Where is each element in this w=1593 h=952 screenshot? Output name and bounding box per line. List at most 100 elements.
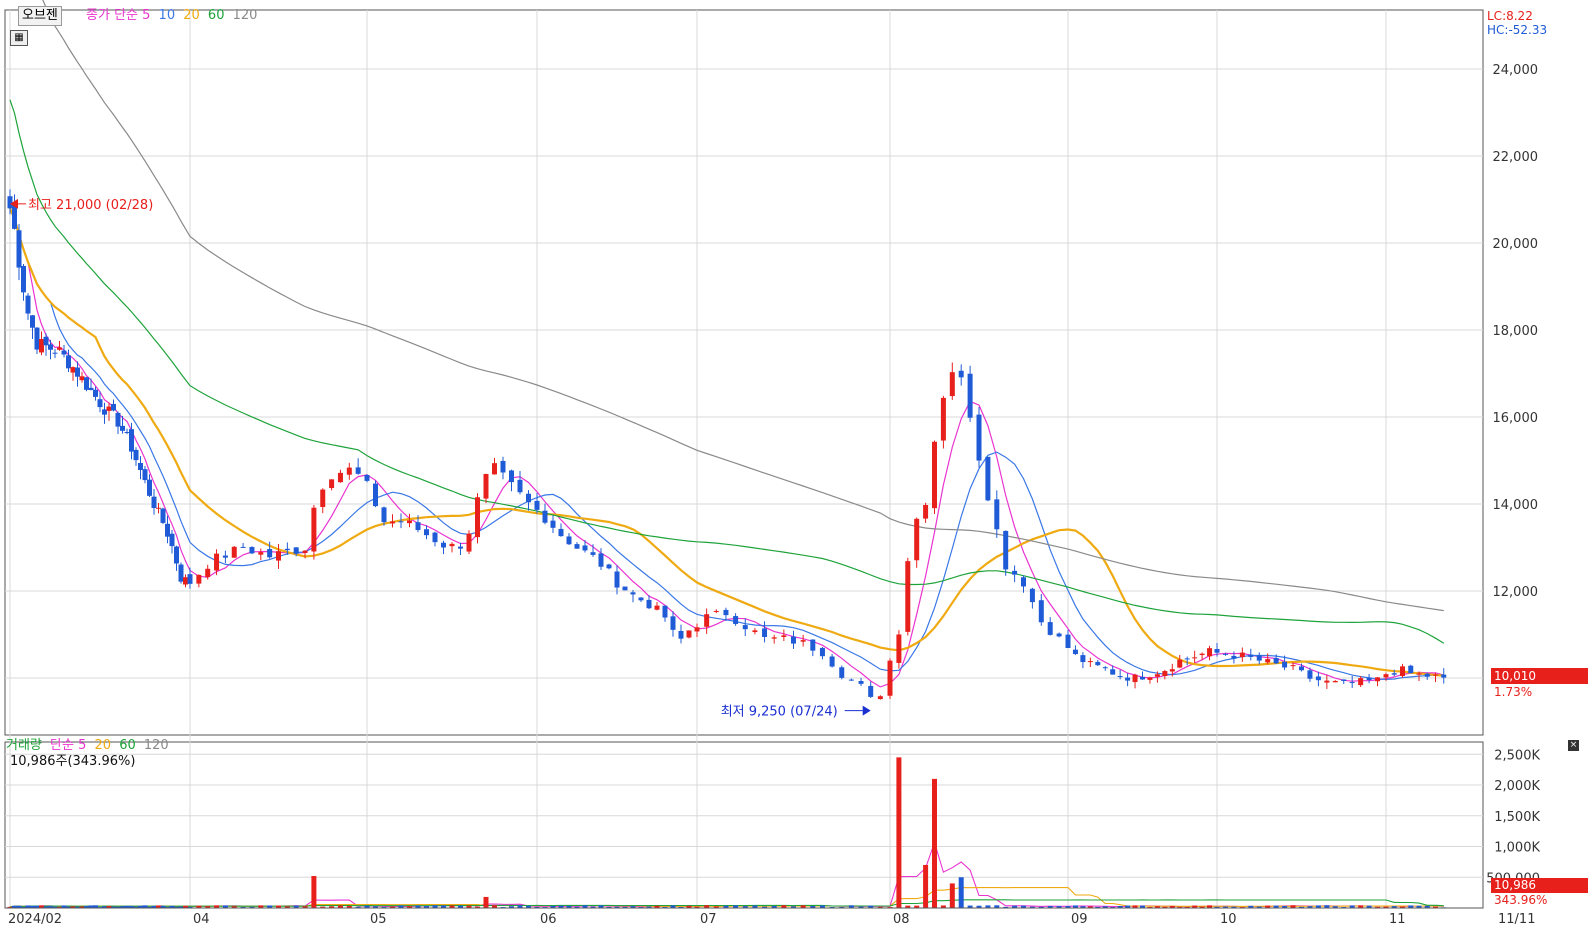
candle-body (97, 399, 103, 408)
grid-table-icon[interactable]: ▦ (10, 30, 28, 46)
candle-body (147, 479, 152, 496)
candle-body (483, 473, 489, 499)
candle-body (373, 483, 378, 507)
stock-chart-window: 12,000 14,000 16,000 18,000 20,000 22,000 24,0… (0, 0, 1593, 952)
candle-body (781, 635, 787, 637)
current-volume-badge: 10,986 (1491, 878, 1588, 893)
price-axis-label: 24,000 (1493, 63, 1539, 78)
candle-body (752, 630, 758, 633)
candle-body (39, 339, 44, 353)
candle-body (75, 367, 80, 377)
ma20-line (8, 207, 1444, 677)
volume-bar (958, 877, 964, 908)
candle-body (1332, 680, 1338, 683)
candle-body (34, 327, 40, 350)
candle-body (704, 614, 710, 627)
candle-body (1087, 661, 1093, 663)
volume-legend: 거래량 단순 5 20 60 120 (6, 738, 169, 754)
candle-body (48, 344, 53, 350)
candle-body (1072, 649, 1078, 655)
candle-body (638, 597, 644, 601)
candle-body (1012, 570, 1018, 575)
candle-body (733, 616, 739, 624)
candle-body (742, 625, 748, 630)
volume-legend-series: 거래량 (6, 738, 42, 753)
candle-body (240, 546, 246, 548)
candle-body (432, 532, 438, 543)
candle-body (1366, 677, 1372, 681)
candle-body (1265, 659, 1271, 663)
candle-body (61, 350, 67, 355)
candle-body (449, 543, 455, 547)
legend-series: 종가 (86, 8, 110, 23)
candle-body (713, 610, 719, 612)
candle-body (574, 544, 580, 549)
time-axis-label: 10 (1220, 912, 1237, 927)
candle-body (222, 555, 228, 558)
candle-body (492, 463, 497, 475)
price-axis-label: 22,000 (1493, 150, 1539, 165)
stock-selector[interactable]: 오브젠 (18, 6, 62, 26)
candle-body (1080, 655, 1086, 663)
chart-canvas[interactable]: 12,000 14,000 16,000 18,000 20,000 22,000 24,0… (0, 0, 1593, 952)
candle-body (542, 510, 548, 523)
candle-body (994, 499, 1000, 530)
candle-body (1349, 682, 1355, 684)
candle-body (407, 520, 412, 524)
candle-body (458, 546, 463, 549)
candle-body (258, 552, 264, 555)
time-axis-label: 05 (370, 912, 387, 927)
candle-body (662, 605, 668, 618)
candle-body (102, 409, 107, 415)
volume-bar (932, 778, 937, 908)
candle-body (398, 521, 404, 523)
candle-body (1231, 655, 1237, 659)
candle-body (1021, 577, 1026, 587)
candle-body (43, 336, 49, 346)
candle-body (106, 406, 112, 411)
candle-body (124, 432, 130, 434)
price-axis-label: 20,000 (1493, 237, 1539, 252)
candle-body (129, 429, 134, 452)
candle-body (762, 628, 768, 637)
candle-body (329, 479, 335, 489)
time-axis-label: 04 (193, 912, 210, 927)
candle-body (1125, 677, 1131, 681)
candle-body (896, 634, 902, 663)
candle-body (1102, 667, 1108, 669)
candle-body (534, 500, 540, 510)
volume-bars (7, 757, 1447, 909)
candle-body (284, 548, 290, 551)
candle-body (923, 504, 929, 519)
candle-body (932, 441, 937, 509)
candle-body (276, 551, 281, 561)
candle-body (1192, 657, 1198, 659)
candle-body (1248, 654, 1254, 657)
candle-body (839, 667, 845, 678)
candle-body (231, 546, 237, 558)
candle-body (967, 373, 973, 418)
candle-body (985, 456, 991, 501)
candle-body (1047, 622, 1053, 635)
volume-bar (483, 896, 489, 908)
candle-body (390, 521, 395, 524)
candle-body (25, 295, 31, 314)
candle-body (1383, 674, 1389, 678)
candle-body (30, 315, 35, 328)
volume-bar (311, 876, 317, 908)
candle-body (1029, 588, 1035, 603)
candle-body (1184, 658, 1190, 660)
candle-body (1433, 674, 1438, 676)
legend-ma20: 20 (183, 8, 200, 23)
candle-body (858, 681, 864, 684)
candle-body (142, 469, 148, 481)
candle-body (93, 389, 98, 397)
candle-body (500, 460, 506, 473)
candle-body (877, 696, 883, 700)
candle-body (819, 647, 825, 657)
candle-body (1307, 670, 1313, 679)
legend-ma-type: 단순 (114, 8, 138, 23)
close-icon[interactable]: × (1568, 740, 1579, 751)
candle-body (66, 355, 71, 369)
candle-body (550, 520, 556, 528)
